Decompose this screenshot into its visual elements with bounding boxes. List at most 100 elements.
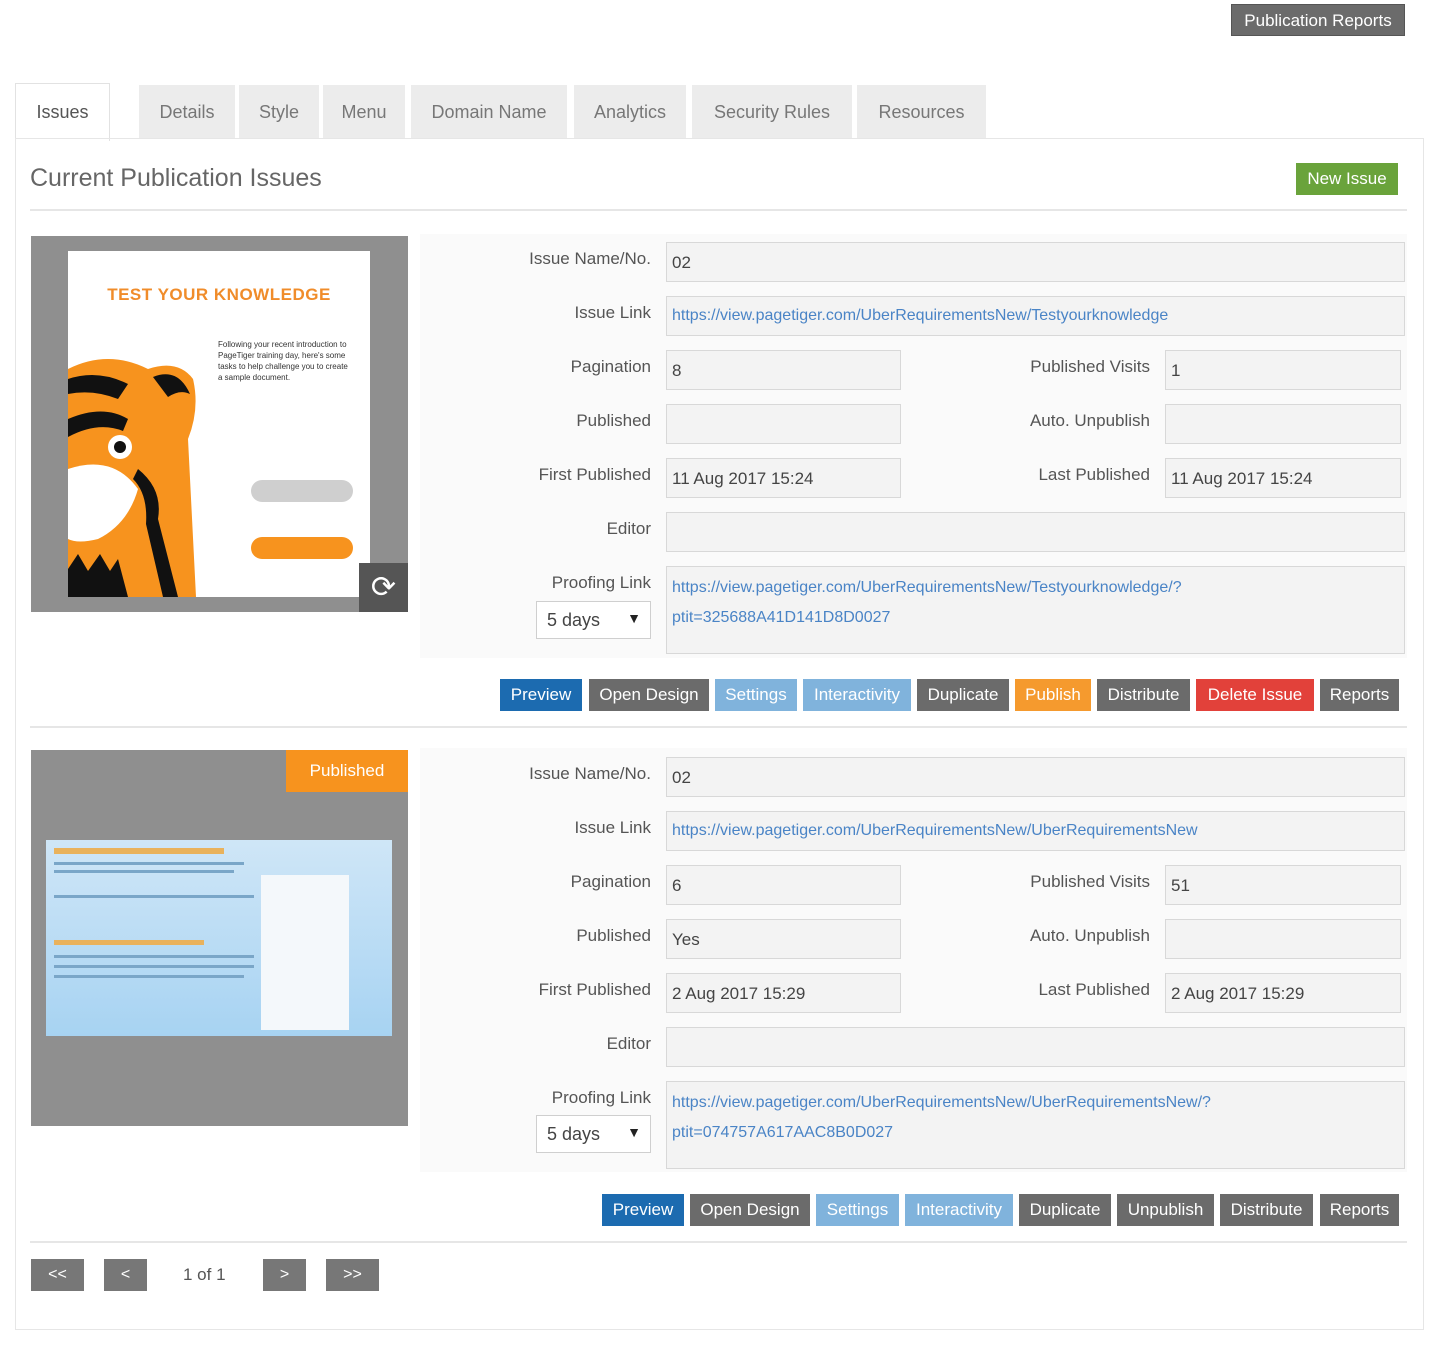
interactivity-button[interactable]: Interactivity [905, 1194, 1013, 1226]
issue-name-field[interactable]: 02 [666, 242, 1405, 282]
label-proofing-link: Proofing Link [551, 1088, 651, 1107]
label-issue-name: Issue Name/No. [529, 249, 651, 268]
thumbnail-line [54, 870, 234, 873]
prev-page-button[interactable]: < [104, 1259, 147, 1291]
thumbnail-panel [261, 875, 349, 1030]
reports-button[interactable]: Reports [1320, 1194, 1399, 1226]
chevron-down-icon: ▼ [627, 610, 641, 626]
next-page-button[interactable]: > [263, 1259, 306, 1291]
proofing-duration-value: 5 days [547, 610, 601, 630]
thumbnail-pill-button [251, 480, 353, 502]
label-last-published: Last Published [1038, 980, 1150, 999]
thumbnail-line [54, 975, 244, 978]
divider [30, 209, 1407, 211]
published-field[interactable] [666, 404, 901, 444]
new-issue-button[interactable]: New Issue [1296, 163, 1398, 195]
tab-security-rules[interactable]: Security Rules [692, 85, 852, 139]
issue-link-field[interactable]: https://view.pagetiger.com/UberRequireme… [666, 296, 1405, 336]
proofing-link-line: https://view.pagetiger.com/UberRequireme… [672, 579, 1182, 596]
refresh-icon[interactable]: ⟳ [359, 563, 408, 612]
proofing-link-line: ptit=074757A617AAC8B0D027 [672, 1124, 894, 1141]
auto-unpublish-field[interactable] [1165, 404, 1401, 444]
label-published: Published [576, 926, 651, 945]
label-auto-unpublish: Auto. Unpublish [1029, 411, 1150, 430]
proofing-duration-select[interactable]: 5 days ▼ [536, 1115, 651, 1153]
label-editor: Editor [606, 1034, 651, 1053]
published-field[interactable]: Yes [666, 919, 901, 959]
auto-unpublish-field[interactable] [1165, 919, 1401, 959]
label-issue-link: Issue Link [574, 303, 651, 322]
duplicate-button[interactable]: Duplicate [917, 679, 1009, 711]
issue-thumbnail[interactable]: Published [31, 750, 408, 1126]
proofing-duration-value: 5 days [547, 1124, 601, 1144]
first-published-field[interactable]: 11 Aug 2017 15:24 [666, 458, 901, 498]
proofing-link-field[interactable]: https://view.pagetiger.com/UberRequireme… [666, 1081, 1405, 1169]
thumbnail-line [54, 955, 254, 958]
published-visits-field[interactable]: 1 [1165, 350, 1401, 390]
interactivity-button[interactable]: Interactivity [803, 679, 911, 711]
thumbnail-pill-button [251, 537, 353, 559]
label-editor: Editor [606, 519, 651, 538]
thumbnail-line [54, 940, 204, 945]
distribute-button[interactable]: Distribute [1097, 679, 1190, 711]
tab-style[interactable]: Style [239, 85, 319, 139]
distribute-button[interactable]: Distribute [1220, 1194, 1313, 1226]
label-last-published: Last Published [1038, 465, 1150, 484]
thumbnail-line [54, 965, 254, 968]
first-published-field[interactable]: 2 Aug 2017 15:29 [666, 973, 901, 1013]
proofing-link-line: https://view.pagetiger.com/UberRequireme… [672, 1094, 1211, 1111]
reports-button[interactable]: Reports [1320, 679, 1399, 711]
label-proofing-link: Proofing Link [551, 573, 651, 592]
last-published-field[interactable]: 11 Aug 2017 15:24 [1165, 458, 1401, 498]
tab-resources[interactable]: Resources [857, 85, 986, 139]
issue-name-field[interactable]: 02 [666, 757, 1405, 797]
label-published-visits: Published Visits [1030, 872, 1150, 891]
editor-field[interactable] [666, 1027, 1405, 1067]
editor-field[interactable] [666, 512, 1405, 552]
issue-thumbnail[interactable]: TEST YOUR KNOWLEDGE Following your recen… [31, 236, 408, 612]
settings-button[interactable]: Settings [715, 679, 797, 711]
thumbnail-line [54, 862, 244, 865]
tab-details[interactable]: Details [139, 85, 235, 139]
divider [30, 1241, 1407, 1243]
open-design-button[interactable]: Open Design [690, 1194, 810, 1226]
delete-issue-button[interactable]: Delete Issue [1196, 679, 1314, 711]
tab-issues[interactable]: Issues [15, 83, 110, 141]
thumbnail-body: Following your recent introduction to Pa… [218, 340, 348, 382]
tab-menu[interactable]: Menu [323, 85, 405, 139]
publication-reports-button[interactable]: Publication Reports [1231, 4, 1405, 36]
open-design-button[interactable]: Open Design [589, 679, 709, 711]
tab-analytics[interactable]: Analytics [574, 85, 686, 139]
publish-button[interactable]: Publish [1015, 679, 1091, 711]
tiger-illustration [68, 359, 196, 597]
tab-domain-name[interactable]: Domain Name [411, 85, 567, 139]
chevron-down-icon: ▼ [627, 1124, 641, 1140]
proofing-duration-select[interactable]: 5 days ▼ [536, 601, 651, 639]
page-title: Current Publication Issues [30, 164, 322, 192]
issue-link-field[interactable]: https://view.pagetiger.com/UberRequireme… [666, 811, 1405, 851]
duplicate-button[interactable]: Duplicate [1019, 1194, 1111, 1226]
label-issue-link: Issue Link [574, 818, 651, 837]
last-page-button[interactable]: >> [326, 1259, 379, 1291]
thumbnail-line [54, 895, 254, 898]
last-published-field[interactable]: 2 Aug 2017 15:29 [1165, 973, 1401, 1013]
label-published: Published [576, 411, 651, 430]
preview-button[interactable]: Preview [500, 679, 582, 711]
settings-button[interactable]: Settings [816, 1194, 899, 1226]
published-badge: Published [286, 750, 408, 792]
proofing-link-line: ptit=325688A41D141D8D0027 [672, 609, 891, 626]
unpublish-button[interactable]: Unpublish [1117, 1194, 1214, 1226]
published-visits-field[interactable]: 51 [1165, 865, 1401, 905]
thumbnail-page: TEST YOUR KNOWLEDGE Following your recen… [68, 251, 370, 597]
divider [30, 726, 1407, 728]
preview-button[interactable]: Preview [602, 1194, 684, 1226]
page-indicator: 1 of 1 [183, 1265, 226, 1284]
first-page-button[interactable]: << [31, 1259, 84, 1291]
label-first-published: First Published [538, 980, 651, 999]
label-pagination: Pagination [570, 872, 651, 891]
label-auto-unpublish: Auto. Unpublish [1029, 926, 1150, 945]
thumbnail-page [46, 840, 392, 1036]
pagination-field[interactable]: 8 [666, 350, 901, 390]
proofing-link-field[interactable]: https://view.pagetiger.com/UberRequireme… [666, 566, 1405, 654]
pagination-field[interactable]: 6 [666, 865, 901, 905]
